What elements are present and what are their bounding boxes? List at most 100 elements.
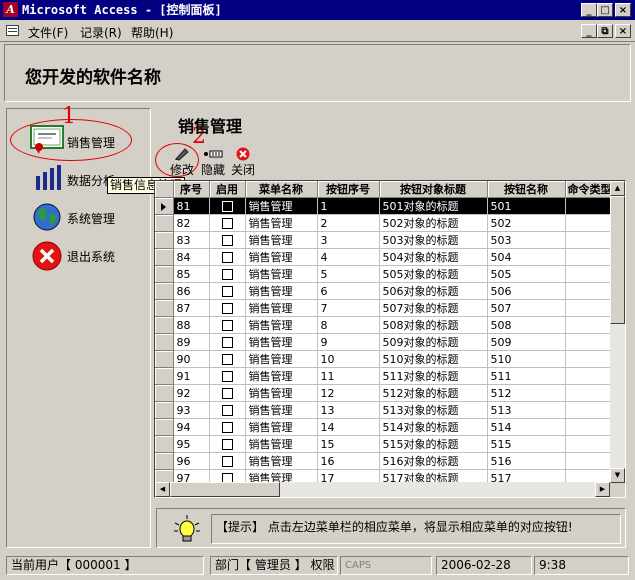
record-selector[interactable] [155, 418, 174, 436]
record-selector[interactable] [155, 401, 174, 419]
table-row[interactable]: 82 销售管理 2 502对象的标题 502 [155, 214, 615, 232]
table-row[interactable]: 96 销售管理 16 516对象的标题 516 [155, 452, 615, 470]
cell-enabled[interactable] [209, 401, 246, 419]
table-row[interactable]: 94 销售管理 14 514对象的标题 514 [155, 418, 615, 436]
record-selector[interactable] [155, 435, 174, 453]
cell-button-title[interactable]: 515对象的标题 [379, 435, 488, 453]
cell-menu-name[interactable]: 销售管理 [245, 401, 318, 419]
cell-button-seq[interactable]: 14 [317, 418, 380, 436]
record-selector[interactable] [155, 248, 174, 266]
enabled-checkbox[interactable] [221, 252, 233, 263]
cell-menu-name[interactable]: 销售管理 [245, 333, 318, 351]
column-header[interactable]: 序号 [173, 181, 210, 198]
cell-enabled[interactable] [209, 299, 246, 317]
cell-enabled[interactable] [209, 418, 246, 436]
cell-menu-name[interactable]: 销售管理 [245, 299, 318, 317]
cell-button-seq[interactable]: 8 [317, 316, 380, 334]
record-selector[interactable] [155, 299, 174, 317]
cell-menu-name[interactable]: 销售管理 [245, 350, 318, 368]
cell-menu-name[interactable]: 销售管理 [245, 316, 318, 334]
cell-button-title[interactable]: 512对象的标题 [379, 384, 488, 402]
cell-seq[interactable]: 95 [173, 435, 210, 453]
cell-button-seq[interactable]: 4 [317, 248, 380, 266]
record-selector[interactable] [155, 214, 174, 232]
column-header[interactable]: 按钮序号 [317, 181, 380, 198]
enabled-checkbox[interactable] [221, 439, 233, 450]
column-header[interactable]: 菜单名称 [245, 181, 318, 198]
cell-enabled[interactable] [209, 248, 246, 266]
cell-seq[interactable]: 87 [173, 299, 210, 317]
cell-button-name[interactable]: 510 [487, 350, 566, 368]
cell-command-type[interactable] [565, 435, 615, 453]
cell-command-type[interactable] [565, 197, 615, 215]
cell-button-name[interactable]: 511 [487, 367, 566, 385]
cell-menu-name[interactable]: 销售管理 [245, 418, 318, 436]
cell-button-seq[interactable]: 2 [317, 214, 380, 232]
cell-seq[interactable]: 85 [173, 265, 210, 283]
menu-help[interactable]: 帮助(H) [131, 24, 173, 41]
cell-command-type[interactable] [565, 282, 615, 300]
enabled-checkbox[interactable] [221, 388, 233, 399]
cell-command-type[interactable] [565, 248, 615, 266]
table-row[interactable]: 84 销售管理 4 504对象的标题 504 [155, 248, 615, 266]
cell-seq[interactable]: 93 [173, 401, 210, 419]
cell-button-seq[interactable]: 12 [317, 384, 380, 402]
cell-button-seq[interactable]: 9 [317, 333, 380, 351]
enabled-checkbox[interactable] [221, 269, 233, 280]
cell-enabled[interactable] [209, 367, 246, 385]
horizontal-scrollbar[interactable]: ◀ ▶ [155, 482, 610, 497]
data-grid[interactable]: 序号 启用 菜单名称 按钮序号 按钮对象标题 按钮名称 命令类型 81 销售管理 1… [154, 180, 626, 498]
cell-button-title[interactable]: 509对象的标题 [379, 333, 488, 351]
table-row[interactable]: 95 销售管理 15 515对象的标题 515 [155, 435, 615, 453]
cell-command-type[interactable] [565, 418, 615, 436]
document-icon[interactable] [6, 25, 19, 36]
cell-menu-name[interactable]: 销售管理 [245, 452, 318, 470]
enabled-checkbox[interactable] [221, 371, 233, 382]
cell-enabled[interactable] [209, 316, 246, 334]
enabled-checkbox[interactable] [221, 422, 233, 433]
column-header[interactable]: 命令类型 [565, 181, 615, 198]
menu-file[interactable]: 文件(F) [28, 24, 68, 41]
cell-button-name[interactable]: 516 [487, 452, 566, 470]
cell-command-type[interactable] [565, 384, 615, 402]
cell-seq[interactable]: 81 [173, 197, 210, 215]
scroll-up-arrow-icon[interactable]: ▲ [610, 181, 625, 196]
table-row[interactable]: 85 销售管理 5 505对象的标题 505 [155, 265, 615, 283]
record-selector[interactable] [155, 316, 174, 334]
cell-button-title[interactable]: 504对象的标题 [379, 248, 488, 266]
cell-menu-name[interactable]: 销售管理 [245, 231, 318, 249]
horizontal-scroll-thumb[interactable] [170, 482, 280, 497]
cell-seq[interactable]: 90 [173, 350, 210, 368]
cell-menu-name[interactable]: 销售管理 [245, 282, 318, 300]
cell-enabled[interactable] [209, 214, 246, 232]
column-header[interactable]: 启用 [209, 181, 246, 198]
record-selector-header[interactable] [155, 181, 174, 198]
cell-button-seq[interactable]: 10 [317, 350, 380, 368]
cell-enabled[interactable] [209, 384, 246, 402]
cell-command-type[interactable] [565, 401, 615, 419]
table-row[interactable]: 88 销售管理 8 508对象的标题 508 [155, 316, 615, 334]
menu-record[interactable]: 记录(R) [80, 24, 122, 41]
enabled-checkbox[interactable] [221, 456, 233, 467]
table-row[interactable]: 83 销售管理 3 503对象的标题 503 [155, 231, 615, 249]
close-button[interactable]: 关闭 [229, 147, 257, 178]
table-row[interactable]: 87 销售管理 7 507对象的标题 507 [155, 299, 615, 317]
maximize-button[interactable]: □ [597, 3, 613, 17]
cell-button-name[interactable]: 515 [487, 435, 566, 453]
cell-button-seq[interactable]: 13 [317, 401, 380, 419]
cell-seq[interactable]: 94 [173, 418, 210, 436]
record-selector[interactable] [155, 231, 174, 249]
table-row[interactable]: 90 销售管理 10 510对象的标题 510 [155, 350, 615, 368]
cell-button-seq[interactable]: 7 [317, 299, 380, 317]
table-row[interactable]: 93 销售管理 13 513对象的标题 513 [155, 401, 615, 419]
cell-button-name[interactable]: 509 [487, 333, 566, 351]
scroll-down-arrow-icon[interactable]: ▼ [610, 468, 625, 483]
cell-button-name[interactable]: 505 [487, 265, 566, 283]
record-selector[interactable] [155, 384, 174, 402]
cell-menu-name[interactable]: 销售管理 [245, 435, 318, 453]
table-row[interactable]: 89 销售管理 9 509对象的标题 509 [155, 333, 615, 351]
table-row[interactable]: 81 销售管理 1 501对象的标题 501 [155, 197, 615, 215]
enabled-checkbox[interactable] [221, 218, 233, 229]
cell-command-type[interactable] [565, 333, 615, 351]
cell-command-type[interactable] [565, 214, 615, 232]
